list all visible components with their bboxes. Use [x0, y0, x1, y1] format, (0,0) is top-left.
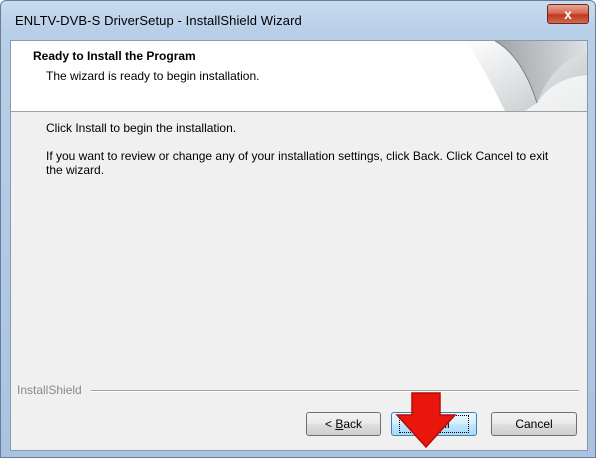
close-button[interactable]: x [547, 4, 589, 24]
wizard-header: Ready to Install the Program The wizard … [11, 41, 587, 112]
settings-hint-text: If you want to review or change any of y… [46, 149, 549, 177]
instruction-text: Click Install to begin the installation. [46, 121, 237, 135]
page-curl-graphic [465, 41, 587, 111]
header-title: Ready to Install the Program [33, 49, 196, 63]
close-icon: x [564, 6, 572, 22]
cancel-button[interactable]: Cancel [491, 412, 577, 436]
wizard-content: Ready to Install the Program The wizard … [10, 40, 588, 451]
back-label-rest: ack [343, 417, 363, 431]
installshield-brand: InstallShield [17, 383, 82, 397]
installer-window: ENLTV-DVB-S DriverSetup - InstallShield … [0, 0, 596, 458]
back-button[interactable]: < Back [306, 412, 381, 436]
header-subtitle: The wizard is ready to begin installatio… [46, 69, 260, 83]
title-bar[interactable]: ENLTV-DVB-S DriverSetup - InstallShield … [1, 1, 595, 35]
footer-divider [91, 390, 579, 392]
window-title: ENLTV-DVB-S DriverSetup - InstallShield … [15, 13, 302, 28]
back-prefix: < [324, 417, 336, 431]
down-arrow-icon [395, 392, 457, 449]
